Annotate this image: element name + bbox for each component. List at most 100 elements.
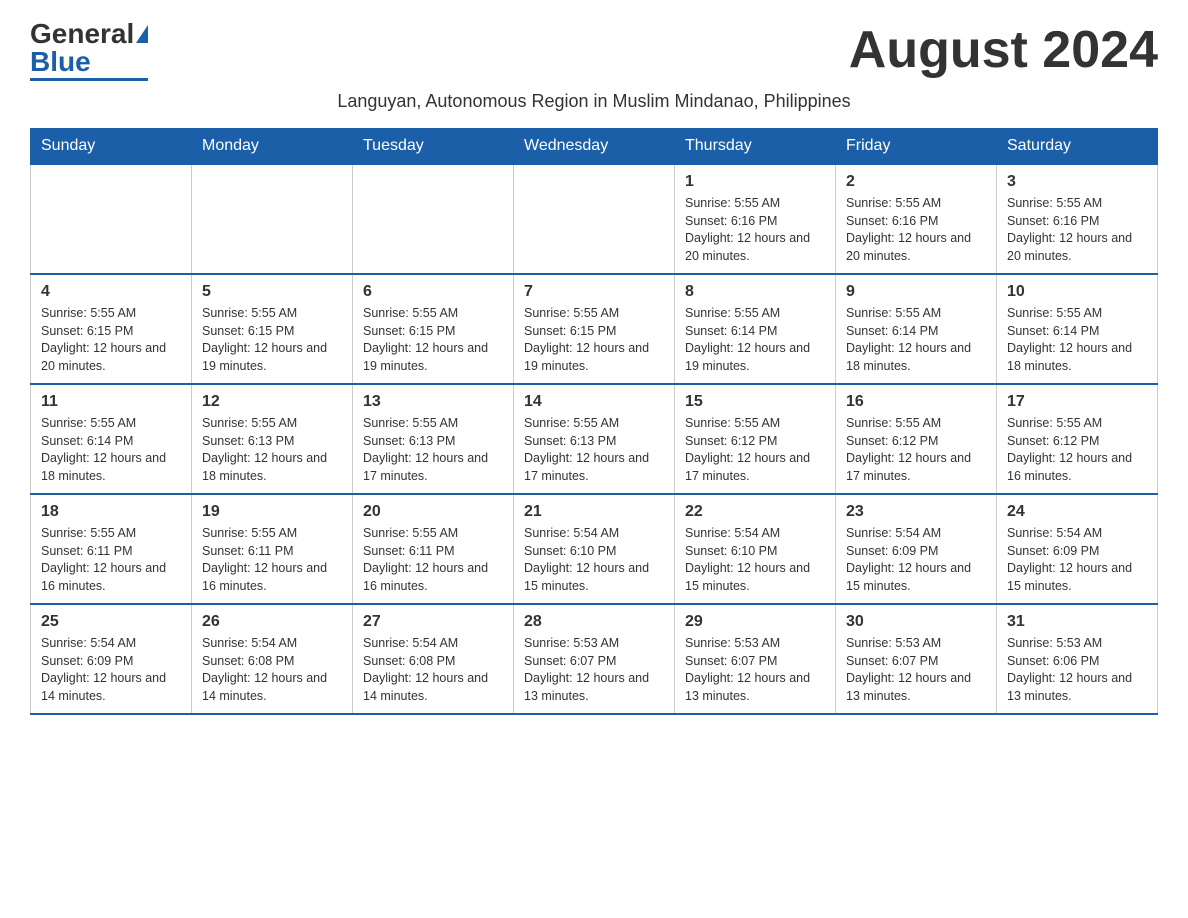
day-info: Sunrise: 5:55 AM Sunset: 6:15 PM Dayligh… <box>41 306 166 373</box>
calendar-week-4: 18 Sunrise: 5:55 AM Sunset: 6:11 PM Dayli… <box>31 494 1158 604</box>
day-info: Sunrise: 5:55 AM Sunset: 6:13 PM Dayligh… <box>363 416 488 483</box>
logo-underline <box>30 78 148 81</box>
calendar-day-16: 16Sunrise: 5:55 AM Sunset: 6:12 PM Dayli… <box>836 384 997 494</box>
calendar-day-13: 13 Sunrise: 5:55 AM Sunset: 6:13 PM Dayli… <box>353 384 514 494</box>
day-info: Sunrise: 5:55 AM Sunset: 6:14 PM Dayligh… <box>1007 306 1132 373</box>
calendar-day-20: 20Sunrise: 5:55 AM Sunset: 6:11 PM Dayli… <box>353 494 514 604</box>
day-info: Sunrise: 5:55 AM Sunset: 6:11 PM Dayligh… <box>363 526 488 593</box>
day-number: 28 <box>524 613 664 631</box>
day-info: Sunrise: 5:54 AM Sunset: 6:08 PM Dayligh… <box>363 636 488 703</box>
day-info: Sunrise: 5:55 AM Sunset: 6:15 PM Dayligh… <box>202 306 327 373</box>
day-number: 7 <box>524 283 664 301</box>
calendar-day-3: 3Sunrise: 5:55 AM Sunset: 6:16 PM Daylig… <box>997 164 1158 274</box>
calendar-table: SundayMondayTuesdayWednesdayThursdayFrid… <box>30 128 1158 715</box>
calendar-day-31: 31 Sunrise: 5:53 AM Sunset: 6:06 PM Dayli… <box>997 604 1158 714</box>
day-info: Sunrise: 5:54 AM Sunset: 6:10 PM Dayligh… <box>524 526 649 593</box>
day-info: Sunrise: 5:55 AM Sunset: 6:12 PM Dayligh… <box>846 416 971 483</box>
day-number: 30 <box>846 613 986 631</box>
calendar-day-5: 5 Sunrise: 5:55 AM Sunset: 6:15 PM Daylig… <box>192 274 353 384</box>
calendar-day-29: 29 Sunrise: 5:53 AM Sunset: 6:07 PM Dayli… <box>675 604 836 714</box>
day-info: Sunrise: 5:55 AM Sunset: 6:13 PM Dayligh… <box>524 416 649 483</box>
day-info: Sunrise: 5:55 AM Sunset: 6:11 PM Dayligh… <box>41 526 166 593</box>
day-number: 17 <box>1007 393 1147 411</box>
day-info: Sunrise: 5:54 AM Sunset: 6:08 PM Dayligh… <box>202 636 327 703</box>
calendar-week-2: 4 Sunrise: 5:55 AM Sunset: 6:15 PM Daylig… <box>31 274 1158 384</box>
day-info: Sunrise: 5:55 AM Sunset: 6:13 PM Dayligh… <box>202 416 327 483</box>
day-number: 29 <box>685 613 825 631</box>
day-number: 6 <box>363 283 503 301</box>
calendar-day-6: 6 Sunrise: 5:55 AM Sunset: 6:15 PM Daylig… <box>353 274 514 384</box>
calendar-day-17: 17 Sunrise: 5:55 AM Sunset: 6:12 PM Dayli… <box>997 384 1158 494</box>
calendar-day-11: 11 Sunrise: 5:55 AM Sunset: 6:14 PM Dayli… <box>31 384 192 494</box>
calendar-day-23: 23Sunrise: 5:54 AM Sunset: 6:09 PM Dayli… <box>836 494 997 604</box>
day-number: 1 <box>685 173 825 191</box>
day-info: Sunrise: 5:54 AM Sunset: 6:10 PM Dayligh… <box>685 526 810 593</box>
day-info: Sunrise: 5:55 AM Sunset: 6:14 PM Dayligh… <box>41 416 166 483</box>
day-info: Sunrise: 5:55 AM Sunset: 6:14 PM Dayligh… <box>685 306 810 373</box>
day-info: Sunrise: 5:53 AM Sunset: 6:07 PM Dayligh… <box>524 636 649 703</box>
day-info: Sunrise: 5:53 AM Sunset: 6:06 PM Dayligh… <box>1007 636 1132 703</box>
day-number: 12 <box>202 393 342 411</box>
calendar-day-12: 12 Sunrise: 5:55 AM Sunset: 6:13 PM Dayli… <box>192 384 353 494</box>
day-number: 21 <box>524 503 664 521</box>
page-subtitle: Languyan, Autonomous Region in Muslim Mi… <box>30 91 1158 112</box>
empty-cell <box>31 164 192 274</box>
day-number: 26 <box>202 613 342 631</box>
calendar-day-19: 19 Sunrise: 5:55 AM Sunset: 6:11 PM Dayli… <box>192 494 353 604</box>
col-header-friday: Friday <box>836 129 997 165</box>
page-title: August 2024 <box>849 20 1158 80</box>
day-number: 31 <box>1007 613 1147 631</box>
calendar-day-18: 18 Sunrise: 5:55 AM Sunset: 6:11 PM Dayli… <box>31 494 192 604</box>
calendar-day-9: 9Sunrise: 5:55 AM Sunset: 6:14 PM Daylig… <box>836 274 997 384</box>
calendar-day-2: 2Sunrise: 5:55 AM Sunset: 6:16 PM Daylig… <box>836 164 997 274</box>
calendar-day-8: 8 Sunrise: 5:55 AM Sunset: 6:14 PM Daylig… <box>675 274 836 384</box>
day-info: Sunrise: 5:55 AM Sunset: 6:11 PM Dayligh… <box>202 526 327 593</box>
day-number: 19 <box>202 503 342 521</box>
day-number: 27 <box>363 613 503 631</box>
calendar-day-15: 15Sunrise: 5:55 AM Sunset: 6:12 PM Dayli… <box>675 384 836 494</box>
calendar-day-22: 22 Sunrise: 5:54 AM Sunset: 6:10 PM Dayli… <box>675 494 836 604</box>
day-number: 2 <box>846 173 986 191</box>
logo-triangle-icon <box>136 25 148 43</box>
logo-blue: Blue <box>30 48 91 76</box>
page-header: General Blue August 2024 <box>30 20 1158 81</box>
day-number: 11 <box>41 393 181 411</box>
day-info: Sunrise: 5:55 AM Sunset: 6:16 PM Dayligh… <box>1007 196 1132 263</box>
day-info: Sunrise: 5:55 AM Sunset: 6:15 PM Dayligh… <box>363 306 488 373</box>
day-info: Sunrise: 5:55 AM Sunset: 6:12 PM Dayligh… <box>1007 416 1132 483</box>
day-number: 22 <box>685 503 825 521</box>
empty-cell <box>353 164 514 274</box>
col-header-sunday: Sunday <box>31 129 192 165</box>
day-info: Sunrise: 5:55 AM Sunset: 6:16 PM Dayligh… <box>685 196 810 263</box>
day-number: 8 <box>685 283 825 301</box>
col-header-thursday: Thursday <box>675 129 836 165</box>
day-info: Sunrise: 5:53 AM Sunset: 6:07 PM Dayligh… <box>685 636 810 703</box>
day-number: 4 <box>41 283 181 301</box>
calendar-day-1: 1 Sunrise: 5:55 AM Sunset: 6:16 PM Daylig… <box>675 164 836 274</box>
calendar-day-14: 14Sunrise: 5:55 AM Sunset: 6:13 PM Dayli… <box>514 384 675 494</box>
day-number: 10 <box>1007 283 1147 301</box>
day-number: 24 <box>1007 503 1147 521</box>
day-info: Sunrise: 5:53 AM Sunset: 6:07 PM Dayligh… <box>846 636 971 703</box>
calendar-day-21: 21 Sunrise: 5:54 AM Sunset: 6:10 PM Dayli… <box>514 494 675 604</box>
calendar-day-27: 27 Sunrise: 5:54 AM Sunset: 6:08 PM Dayli… <box>353 604 514 714</box>
calendar-week-3: 11 Sunrise: 5:55 AM Sunset: 6:14 PM Dayli… <box>31 384 1158 494</box>
calendar-header-row: SundayMondayTuesdayWednesdayThursdayFrid… <box>31 129 1158 165</box>
day-info: Sunrise: 5:55 AM Sunset: 6:14 PM Dayligh… <box>846 306 971 373</box>
calendar-day-10: 10 Sunrise: 5:55 AM Sunset: 6:14 PM Dayli… <box>997 274 1158 384</box>
day-number: 13 <box>363 393 503 411</box>
day-info: Sunrise: 5:54 AM Sunset: 6:09 PM Dayligh… <box>41 636 166 703</box>
calendar-day-4: 4 Sunrise: 5:55 AM Sunset: 6:15 PM Daylig… <box>31 274 192 384</box>
col-header-monday: Monday <box>192 129 353 165</box>
calendar-day-25: 25 Sunrise: 5:54 AM Sunset: 6:09 PM Dayli… <box>31 604 192 714</box>
logo: General Blue <box>30 20 148 81</box>
day-info: Sunrise: 5:55 AM Sunset: 6:15 PM Dayligh… <box>524 306 649 373</box>
day-info: Sunrise: 5:54 AM Sunset: 6:09 PM Dayligh… <box>1007 526 1132 593</box>
day-number: 23 <box>846 503 986 521</box>
day-info: Sunrise: 5:55 AM Sunset: 6:12 PM Dayligh… <box>685 416 810 483</box>
day-number: 18 <box>41 503 181 521</box>
calendar-week-5: 25 Sunrise: 5:54 AM Sunset: 6:09 PM Dayli… <box>31 604 1158 714</box>
calendar-day-24: 24 Sunrise: 5:54 AM Sunset: 6:09 PM Dayli… <box>997 494 1158 604</box>
day-number: 25 <box>41 613 181 631</box>
day-number: 5 <box>202 283 342 301</box>
